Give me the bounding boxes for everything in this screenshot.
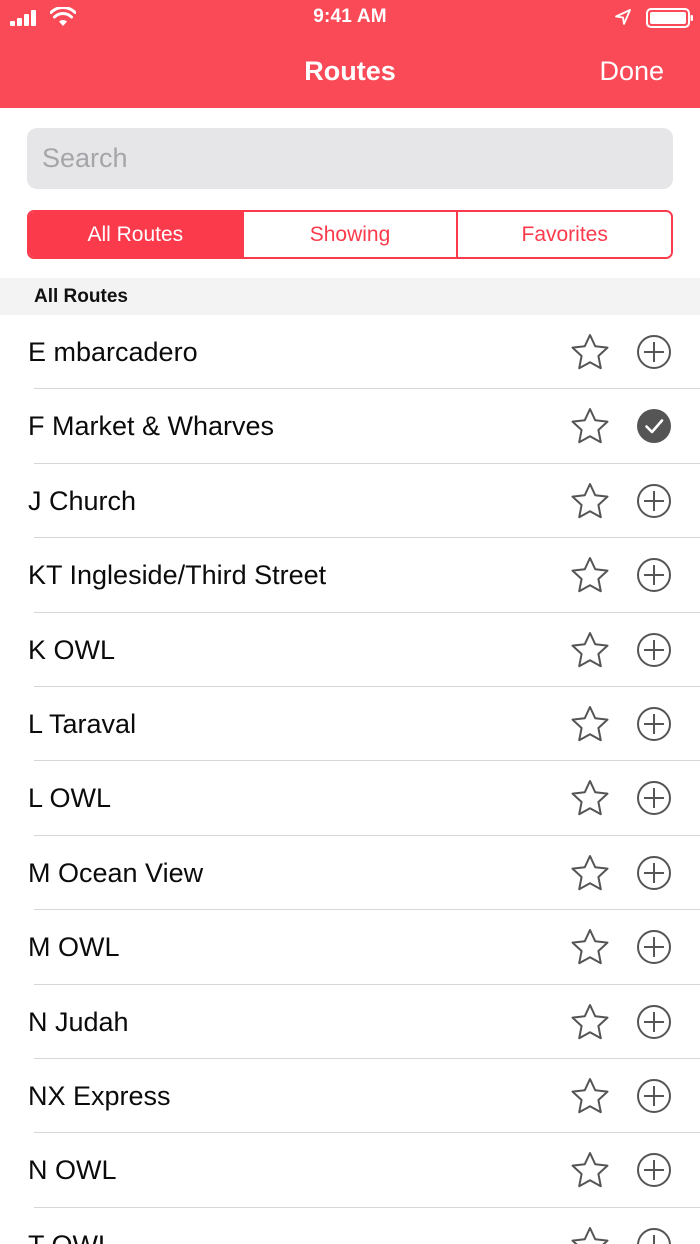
route-row[interactable]: T OWL bbox=[0, 1208, 700, 1244]
star-icon[interactable] bbox=[570, 1003, 610, 1041]
star-icon[interactable] bbox=[570, 333, 610, 371]
route-row[interactable]: M OWL bbox=[0, 910, 700, 985]
route-row[interactable]: L Taraval bbox=[0, 687, 700, 762]
status-bar: 9:41 AM bbox=[0, 0, 700, 36]
plus-circle-icon[interactable] bbox=[636, 780, 672, 816]
plus-circle-icon[interactable] bbox=[636, 557, 672, 593]
plus-circle-icon[interactable] bbox=[636, 1227, 672, 1244]
plus-circle-icon[interactable] bbox=[636, 855, 672, 891]
section-header: All Routes bbox=[0, 278, 700, 315]
route-label: N OWL bbox=[28, 1155, 117, 1186]
route-label: N Judah bbox=[28, 1006, 129, 1037]
done-button[interactable]: Done bbox=[599, 56, 664, 87]
route-row[interactable]: N OWL bbox=[0, 1133, 700, 1209]
route-label: K OWL bbox=[28, 634, 116, 665]
star-icon[interactable] bbox=[570, 482, 610, 520]
plus-circle-icon[interactable] bbox=[636, 1004, 672, 1040]
checkmark-circle-icon[interactable] bbox=[636, 408, 672, 444]
plus-circle-icon[interactable] bbox=[636, 483, 672, 519]
route-label: M Ocean View bbox=[28, 857, 204, 888]
plus-circle-icon[interactable] bbox=[636, 706, 672, 742]
segment-showing[interactable]: Showing bbox=[241, 212, 457, 257]
route-row[interactable]: F Market & Wharves bbox=[0, 389, 700, 465]
star-icon[interactable] bbox=[570, 1151, 610, 1189]
route-row[interactable]: M Ocean View bbox=[0, 836, 700, 911]
route-row[interactable]: N Judah bbox=[0, 985, 700, 1060]
status-time: 9:41 AM bbox=[313, 6, 387, 27]
nav-header: 9:41 AM Routes Done bbox=[0, 0, 700, 108]
plus-circle-icon[interactable] bbox=[636, 334, 672, 370]
route-row[interactable]: L OWL bbox=[0, 761, 700, 837]
star-icon[interactable] bbox=[570, 407, 610, 445]
route-label: L OWL bbox=[28, 783, 112, 814]
star-icon[interactable] bbox=[570, 1226, 610, 1244]
star-icon[interactable] bbox=[570, 854, 610, 892]
route-label: KT Ingleside/Third Street bbox=[28, 560, 327, 591]
route-row[interactable]: NX Express bbox=[0, 1059, 700, 1134]
route-label: F Market & Wharves bbox=[28, 411, 275, 442]
route-label: E mbarcadero bbox=[28, 337, 198, 367]
route-filter-segmented-control: All Routes Showing Favorites bbox=[27, 210, 673, 259]
search-input[interactable] bbox=[27, 128, 673, 189]
route-list: E mbarcadero F Market & Wharves J Church KT… bbox=[0, 315, 700, 1244]
star-icon[interactable] bbox=[570, 928, 610, 966]
star-icon[interactable] bbox=[570, 556, 610, 594]
location-arrow-icon bbox=[615, 9, 631, 25]
plus-circle-icon[interactable] bbox=[636, 1078, 672, 1114]
routes-screen: 9:41 AM Routes Done All Routes Showing F… bbox=[0, 0, 700, 1244]
star-icon[interactable] bbox=[570, 779, 610, 817]
route-label: J Church bbox=[28, 485, 137, 516]
plus-circle-icon[interactable] bbox=[636, 929, 672, 965]
route-label: T OWL bbox=[28, 1208, 113, 1244]
star-icon[interactable] bbox=[570, 631, 610, 669]
plus-circle-icon[interactable] bbox=[636, 1152, 672, 1188]
star-icon[interactable] bbox=[570, 1077, 610, 1115]
page-title: Routes bbox=[304, 56, 396, 86]
battery-icon bbox=[646, 8, 693, 28]
segment-all-routes[interactable]: All Routes bbox=[29, 212, 242, 257]
route-row[interactable]: J Church bbox=[0, 464, 700, 539]
route-label: M OWL bbox=[28, 932, 120, 963]
star-icon[interactable] bbox=[570, 705, 610, 743]
route-row[interactable]: KT Ingleside/Third Street bbox=[0, 538, 700, 613]
route-label: L Taraval bbox=[28, 708, 137, 739]
plus-circle-icon[interactable] bbox=[636, 632, 672, 668]
route-row[interactable]: K OWL bbox=[0, 613, 700, 688]
route-row[interactable]: E mbarcadero bbox=[0, 315, 700, 390]
segment-favorites[interactable]: Favorites bbox=[456, 212, 671, 257]
route-label: NX Express bbox=[28, 1080, 171, 1111]
